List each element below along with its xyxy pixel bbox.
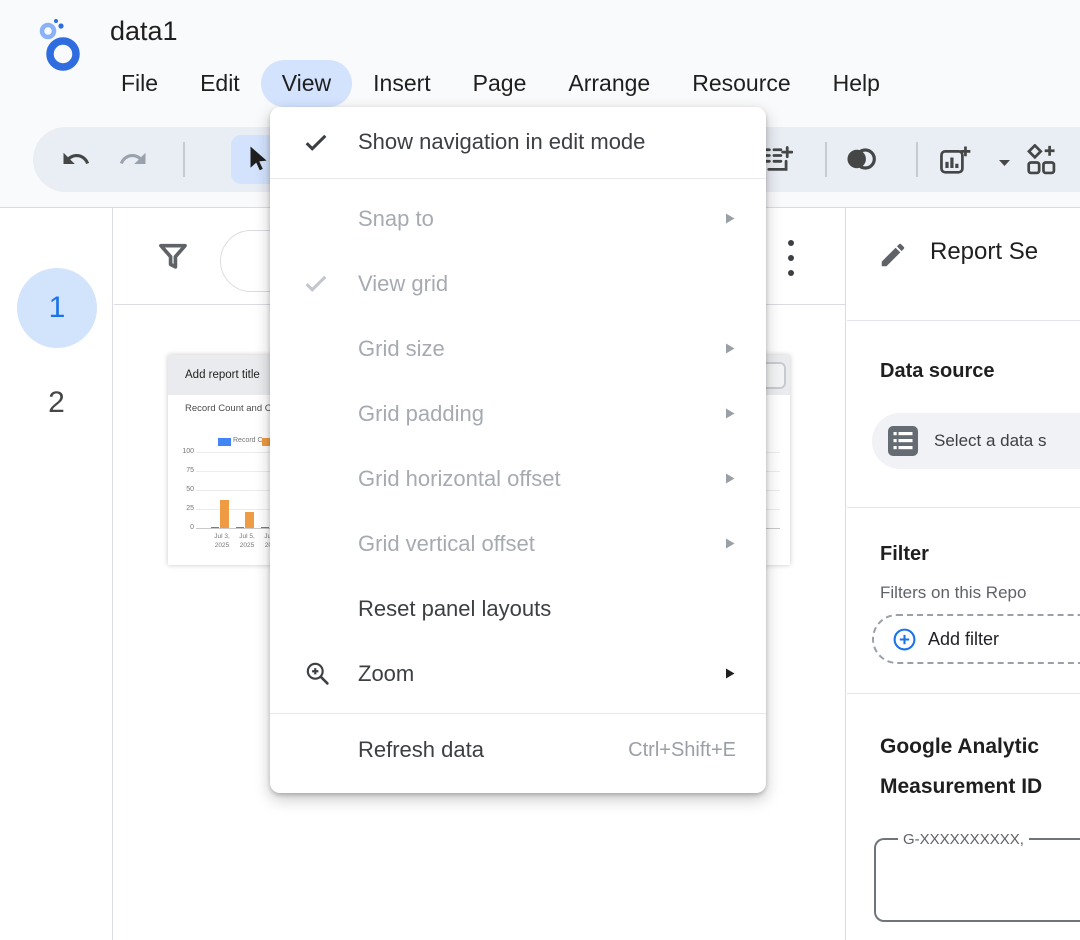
menu-item-grid-horizontal-offset: Grid horizontal offset [270,446,766,511]
menu-edit[interactable]: Edit [179,60,261,107]
menu-item-grid-padding: Grid padding [270,381,766,446]
menu-help[interactable]: Help [812,60,901,107]
check-icon [304,274,358,293]
menu-item-grid-vertical-offset: Grid vertical offset [270,511,766,576]
menu-file[interactable]: File [100,60,179,107]
filter-funnel-icon[interactable] [156,240,190,279]
menu-divider [270,713,766,714]
menu-page[interactable]: Page [452,60,548,107]
measurement-id-field-label: G-XXXXXXXXXX, [898,831,1029,848]
bar-series1 [211,527,219,529]
submenu-arrow-icon [725,537,736,550]
menu-item-reset-panel-layouts[interactable]: Reset panel layouts [270,576,766,641]
panel-title: Report Se [930,238,1038,266]
add-control-icon[interactable] [1025,144,1055,174]
undo-icon[interactable] [61,144,91,174]
filter-subheading: Filters on this Repo [880,583,1026,603]
menu-view[interactable]: View [261,60,352,107]
panel-divider [847,320,1080,321]
toolbar-separator [183,142,185,177]
panel-divider [847,507,1080,508]
menu-item-snap-to: Snap to [270,186,766,251]
zoom-in-icon [304,660,358,687]
y-tick-75: 75 [168,467,194,474]
select-data-source-button[interactable]: Select a data s [872,413,1080,469]
y-tick-100: 100 [168,448,194,455]
submenu-arrow-icon [725,212,736,225]
add-filter-label: Add filter [928,616,999,663]
data-source-heading: Data source [880,360,995,383]
filter-lines-icon [245,253,257,271]
menu-item-view-grid: View grid [270,251,766,316]
y-tick-25: 25 [168,505,194,512]
select-data-source-label: Select a data s [934,413,1046,469]
redo-icon [118,144,148,174]
submenu-arrow-icon [725,667,736,680]
bar-series2 [245,512,254,528]
filter-heading: Filter [880,543,929,566]
select-tool-icon[interactable] [243,144,273,174]
data-source-icon [888,426,918,461]
chart-title: Record Count and C [185,403,272,414]
looker-studio-logo-icon[interactable] [36,16,82,79]
bar-series1 [261,527,269,529]
page-item-1[interactable]: 1 [17,268,97,348]
view-menu-dropdown: Show navigation in edit mode Snap to Vie… [270,107,766,793]
ga-heading-line1: Google Analytic [880,735,1039,759]
menu-item-refresh-data[interactable]: Refresh data Ctrl+Shift+E [270,721,766,779]
ga-heading-line2: Measurement ID [880,775,1042,799]
properties-header: Report Se [846,208,1080,320]
menu-arrange[interactable]: Arrange [547,60,671,107]
edit-pencil-icon [878,240,908,275]
menu-resource[interactable]: Resource [671,60,811,107]
submenu-arrow-icon [725,342,736,355]
keyboard-shortcut: Ctrl+Shift+E [628,739,736,762]
menu-divider [270,178,766,179]
menu-item-grid-size: Grid size [270,316,766,381]
add-circle-icon [892,627,917,657]
menu-insert[interactable]: Insert [352,60,452,107]
submenu-arrow-icon [725,407,736,420]
more-options-icon[interactable] [788,240,794,285]
add-data-icon[interactable] [763,144,793,174]
pages-panel: 1 2 [0,208,113,940]
y-tick-50: 50 [168,486,194,493]
submenu-arrow-icon [725,472,736,485]
toolbar-separator [825,142,827,177]
bar-series2 [220,500,229,528]
check-icon [304,133,358,152]
report-title-placeholder[interactable]: Add report title [185,355,260,395]
panel-divider [847,693,1080,694]
toolbar-separator [916,142,918,177]
properties-panel: Report Se Data source Select a data s Fi… [845,208,1080,940]
blend-data-icon[interactable] [845,144,875,174]
menu-item-zoom[interactable]: Zoom [270,641,766,706]
menu-item-show-navigation[interactable]: Show navigation in edit mode [270,113,766,171]
add-filter-button[interactable]: Add filter [872,614,1080,664]
add-chart-caret-icon[interactable] [998,155,1011,173]
legend-swatch-series1 [218,438,231,446]
page-item-2[interactable]: 2 [0,386,113,420]
document-title[interactable]: data1 [110,16,178,47]
add-chart-icon[interactable] [939,144,969,174]
bar-series1 [236,527,244,529]
measurement-id-field[interactable]: G-XXXXXXXXXX, [874,838,1080,922]
looker-studio-window: data1 File Edit View Insert Page Arrange… [0,0,1080,940]
y-tick-0: 0 [168,524,194,531]
menubar: File Edit View Insert Page Arrange Resou… [100,60,901,107]
